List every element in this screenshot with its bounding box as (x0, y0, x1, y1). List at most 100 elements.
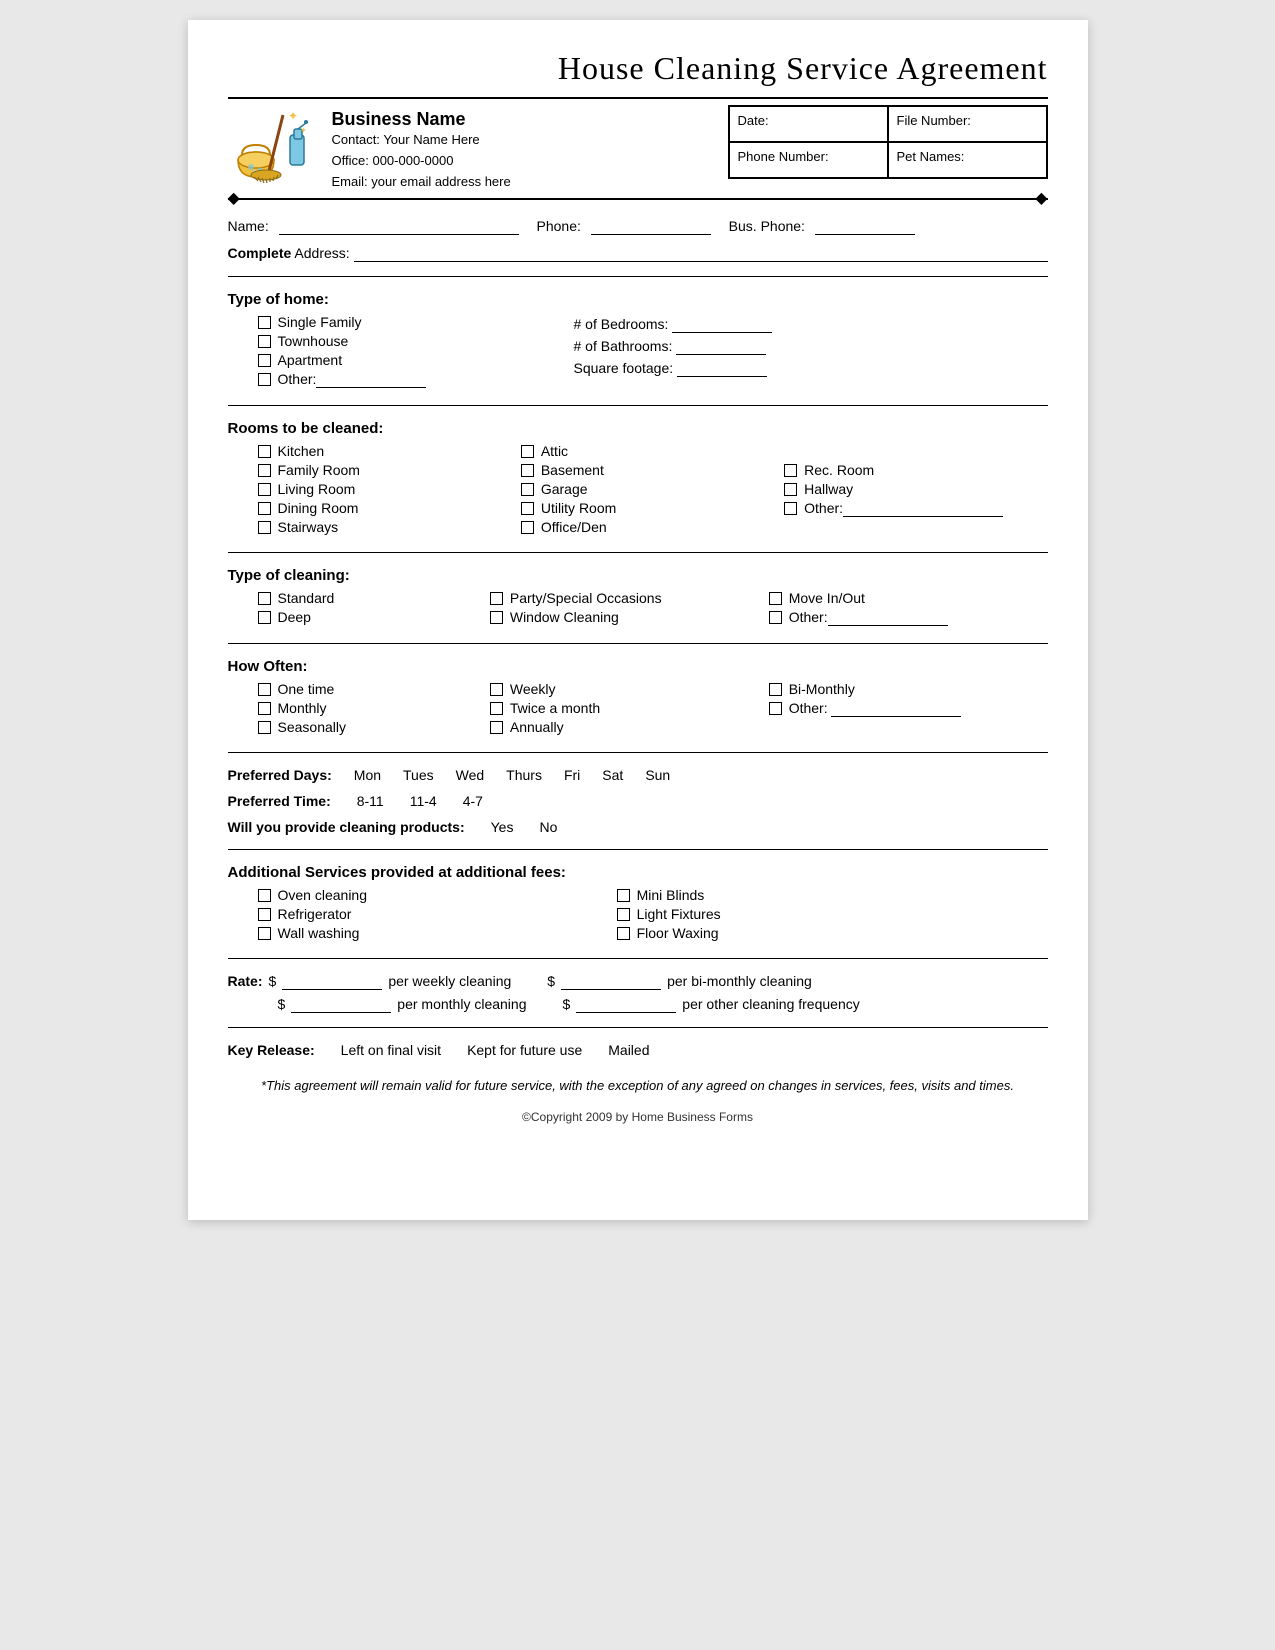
standard-checkbox[interactable] (258, 592, 271, 605)
seasonally-checkbox[interactable] (258, 721, 271, 734)
contact-label: Contact: (332, 132, 380, 147)
weekly-rate-input[interactable] (282, 973, 382, 990)
pet-names-field[interactable]: Pet Names: (888, 142, 1047, 178)
other-cleaning-label: Other: (789, 609, 948, 626)
sqft-input[interactable] (677, 360, 767, 377)
phone-number-field[interactable]: Phone Number: (729, 142, 888, 178)
address-row: Complete Address: (228, 245, 1048, 262)
family-room-label: Family Room (278, 462, 360, 478)
office-den-checkbox[interactable] (521, 521, 534, 534)
hallway-checkbox[interactable] (784, 483, 797, 496)
tues-option: Tues (397, 767, 434, 783)
floor-waxing-checkbox[interactable] (617, 927, 630, 940)
other-room-checkbox[interactable] (784, 502, 797, 515)
complete-address-label: Complete Address: (228, 245, 354, 261)
rooms-col2: Attic Basement Garage Utility Room Offic… (521, 443, 784, 538)
currency3: $ (278, 996, 286, 1012)
bi-monthly-label: Bi-Monthly (789, 681, 855, 697)
party-checkbox[interactable] (490, 592, 503, 605)
name-input[interactable] (279, 218, 519, 235)
rate-line2: $ per monthly cleaning $ per other clean… (228, 996, 1048, 1013)
sun-option: Sun (639, 767, 670, 783)
type-of-home-title: Type of home: (228, 291, 1048, 308)
footer-note: *This agreement will remain valid for fu… (228, 1076, 1048, 1096)
move-in-out-checkbox[interactable] (769, 592, 782, 605)
file-number-field[interactable]: File Number: (888, 106, 1047, 142)
bedrooms-label: # of Bedrooms: (574, 316, 669, 332)
other-home-checkbox[interactable] (258, 373, 271, 386)
utility-room-checkbox[interactable] (521, 502, 534, 515)
oven-cleaning-label: Oven cleaning (278, 887, 368, 903)
annually-checkbox[interactable] (490, 721, 503, 734)
file-number-label: File Number: (897, 113, 971, 128)
bus-phone-input[interactable] (815, 218, 915, 235)
window-cleaning-option: Window Cleaning (490, 609, 769, 625)
townhouse-checkbox[interactable] (258, 335, 271, 348)
twice-month-checkbox[interactable] (490, 702, 503, 715)
bathrooms-input[interactable] (676, 338, 766, 355)
mini-blinds-checkbox[interactable] (617, 889, 630, 902)
phone-input[interactable] (591, 218, 711, 235)
attic-checkbox[interactable] (521, 445, 534, 458)
monthly-rate-input[interactable] (291, 996, 391, 1013)
rate-line1: Rate: $ per weekly cleaning $ per bi-mon… (228, 973, 1048, 990)
apartment-checkbox[interactable] (258, 354, 271, 367)
basement-checkbox[interactable] (521, 464, 534, 477)
family-room-checkbox[interactable] (258, 464, 271, 477)
mailed-option: Mailed (602, 1042, 649, 1058)
other-cleaning-checkbox[interactable] (769, 611, 782, 624)
annually-option: Annually (490, 719, 769, 735)
refrigerator-checkbox[interactable] (258, 908, 271, 921)
stairways-option: Stairways (258, 519, 521, 535)
attic-option: Attic (521, 443, 784, 459)
wed-label: Wed (456, 767, 485, 783)
dining-room-checkbox[interactable] (258, 502, 271, 515)
divider3 (228, 552, 1048, 553)
wall-washing-checkbox[interactable] (258, 927, 271, 940)
utility-room-option: Utility Room (521, 500, 784, 516)
fri-label: Fri (564, 767, 580, 783)
preferred-time-row: Preferred Time: 8-11 11-4 4-7 (228, 793, 1048, 809)
light-fixtures-checkbox[interactable] (617, 908, 630, 921)
garage-checkbox[interactable] (521, 483, 534, 496)
per-weekly-label: per weekly cleaning (388, 973, 511, 989)
oven-cleaning-checkbox[interactable] (258, 889, 271, 902)
other-often-checkbox[interactable] (769, 702, 782, 715)
type-of-cleaning-title: Type of cleaning: (228, 567, 1048, 584)
svg-text:✦: ✦ (300, 126, 307, 135)
page: House Cleaning Service Agreement ◆ (188, 20, 1088, 1220)
office-line: Office: 000-000-0000 (332, 151, 728, 172)
contact-line: Contact: Your Name Here (332, 130, 728, 151)
one-time-checkbox[interactable] (258, 683, 271, 696)
mailed-label: Mailed (608, 1042, 649, 1058)
rooms-title: Rooms to be cleaned: (228, 420, 1048, 437)
no-option: No (533, 819, 557, 835)
apartment-label: Apartment (278, 352, 343, 368)
stairways-checkbox[interactable] (258, 521, 271, 534)
date-field[interactable]: Date: (729, 106, 888, 142)
monthly-checkbox[interactable] (258, 702, 271, 715)
window-cleaning-checkbox[interactable] (490, 611, 503, 624)
kitchen-checkbox[interactable] (258, 445, 271, 458)
deep-checkbox[interactable] (258, 611, 271, 624)
rec-room-checkbox[interactable] (784, 464, 797, 477)
header-section: ◆ (228, 97, 1048, 200)
other-rate-input[interactable] (576, 996, 676, 1013)
footer-note-text: *This agreement will remain valid for fu… (261, 1078, 1014, 1093)
floor-waxing-label: Floor Waxing (637, 925, 719, 941)
twice-month-label: Twice a month (510, 700, 600, 716)
office-den-option: Office/Den (521, 519, 784, 535)
bedrooms-input[interactable] (672, 316, 772, 333)
bi-monthly-rate-input[interactable] (561, 973, 661, 990)
rate-label: Rate: (228, 973, 263, 989)
single-family-checkbox[interactable] (258, 316, 271, 329)
email-line: Email: your email address here (332, 172, 728, 193)
bi-monthly-checkbox[interactable] (769, 683, 782, 696)
living-room-checkbox[interactable] (258, 483, 271, 496)
address-input[interactable] (354, 245, 1048, 262)
kept-future-use-option: Kept for future use (461, 1042, 582, 1058)
deep-option: Deep (258, 609, 490, 625)
weekly-checkbox[interactable] (490, 683, 503, 696)
wall-washing-option: Wall washing (258, 925, 617, 941)
time-8-11-label: 8-11 (357, 793, 384, 809)
